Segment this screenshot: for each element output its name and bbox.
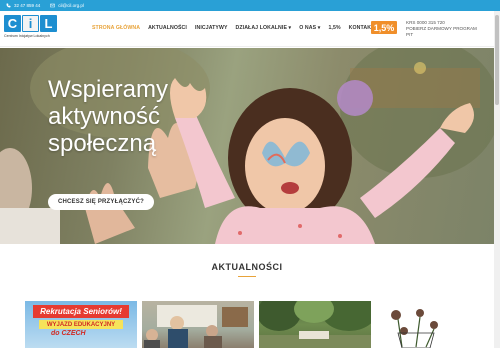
news-section: AKTUALNOŚCI Rekrutacja Seniorów! WYJAZD … [0,244,494,348]
news-card-garden[interactable] [259,301,371,348]
phone-icon [6,3,11,8]
email-contact[interactable]: cil@cil.org.pl [50,3,84,8]
envelope-icon [50,3,56,8]
flowers-illustration [391,309,438,348]
logo-letter-c: C [4,15,21,32]
logo-letter-l: L [40,15,57,32]
phone-contact[interactable]: 32 47 859 44 [6,3,40,8]
news-card-classroom[interactable] [142,301,254,348]
nav-item-act-locally[interactable]: DZIAŁAJ LOKALNIE ▾ [236,25,292,31]
krs-pit: PIT [406,32,414,37]
site-header: C i L Centrum Inicjatyw Lokalnych STRONA… [0,11,500,47]
nav-item-tax-percent[interactable]: 1,5% [328,25,340,31]
email-address: cil@cil.org.pl [58,3,84,8]
phone-number: 32 47 859 44 [14,3,41,8]
news-card-seniors[interactable]: Rekrutacja Seniorów! WYJAZD EDUKACYJNY d… [25,301,137,348]
hero-title-line3: społeczną [48,130,157,157]
page-scrollbar[interactable] [494,11,500,348]
card-subtitle: WYJAZD EDUKACYJNY [39,320,123,329]
scrollbar-thumb[interactable] [495,15,499,105]
join-us-button[interactable]: CHCESZ SIĘ PRZYŁĄCZYĆ? [48,194,154,210]
news-heading: AKTUALNOŚCI [211,262,283,272]
nav-item-about[interactable]: O NAS ▾ [299,25,320,31]
krs-download: POBIERZ DARMOWY PROGRAM [406,26,477,31]
nav-item-initiatives[interactable]: INICJATYWY [195,25,228,31]
hero-title-line1: Wspieramy [48,76,169,103]
nav-item-news[interactable]: AKTUALNOŚCI [148,25,187,31]
nav-item-home[interactable]: STRONA GŁÓWNA [92,25,140,31]
garden-photo [259,301,371,348]
heading-underline [238,276,256,277]
card-destination: do CZECH [51,330,86,337]
logo-tagline: Centrum Inicjatyw Lokalnych [4,34,50,38]
news-card-flowers[interactable] [376,301,488,348]
hero-title-line2: aktywność [48,103,161,130]
krs-info[interactable]: KRS 0000 315 720 POBIERZ DARMOWY PROGRAM… [406,20,477,38]
site-logo[interactable]: C i L Centrum Inicjatyw Lokalnych [4,15,60,45]
hero-banner: Wspieramy aktywność społeczną CHCESZ SIĘ… [0,48,494,244]
classroom-photo [144,305,248,348]
main-nav: STRONA GŁÓWNA AKTUALNOŚCI INICJATYWY DZI… [92,25,374,31]
card-ribbon: Rekrutacja Seniorów! [33,305,129,318]
logo-letter-i: i [22,15,39,32]
tax-badge[interactable]: 1,5% [371,21,397,34]
hero-title: Wspieramy aktywność społeczną [48,76,168,157]
top-contact-bar: 32 47 859 44 cil@cil.org.pl [0,0,500,11]
